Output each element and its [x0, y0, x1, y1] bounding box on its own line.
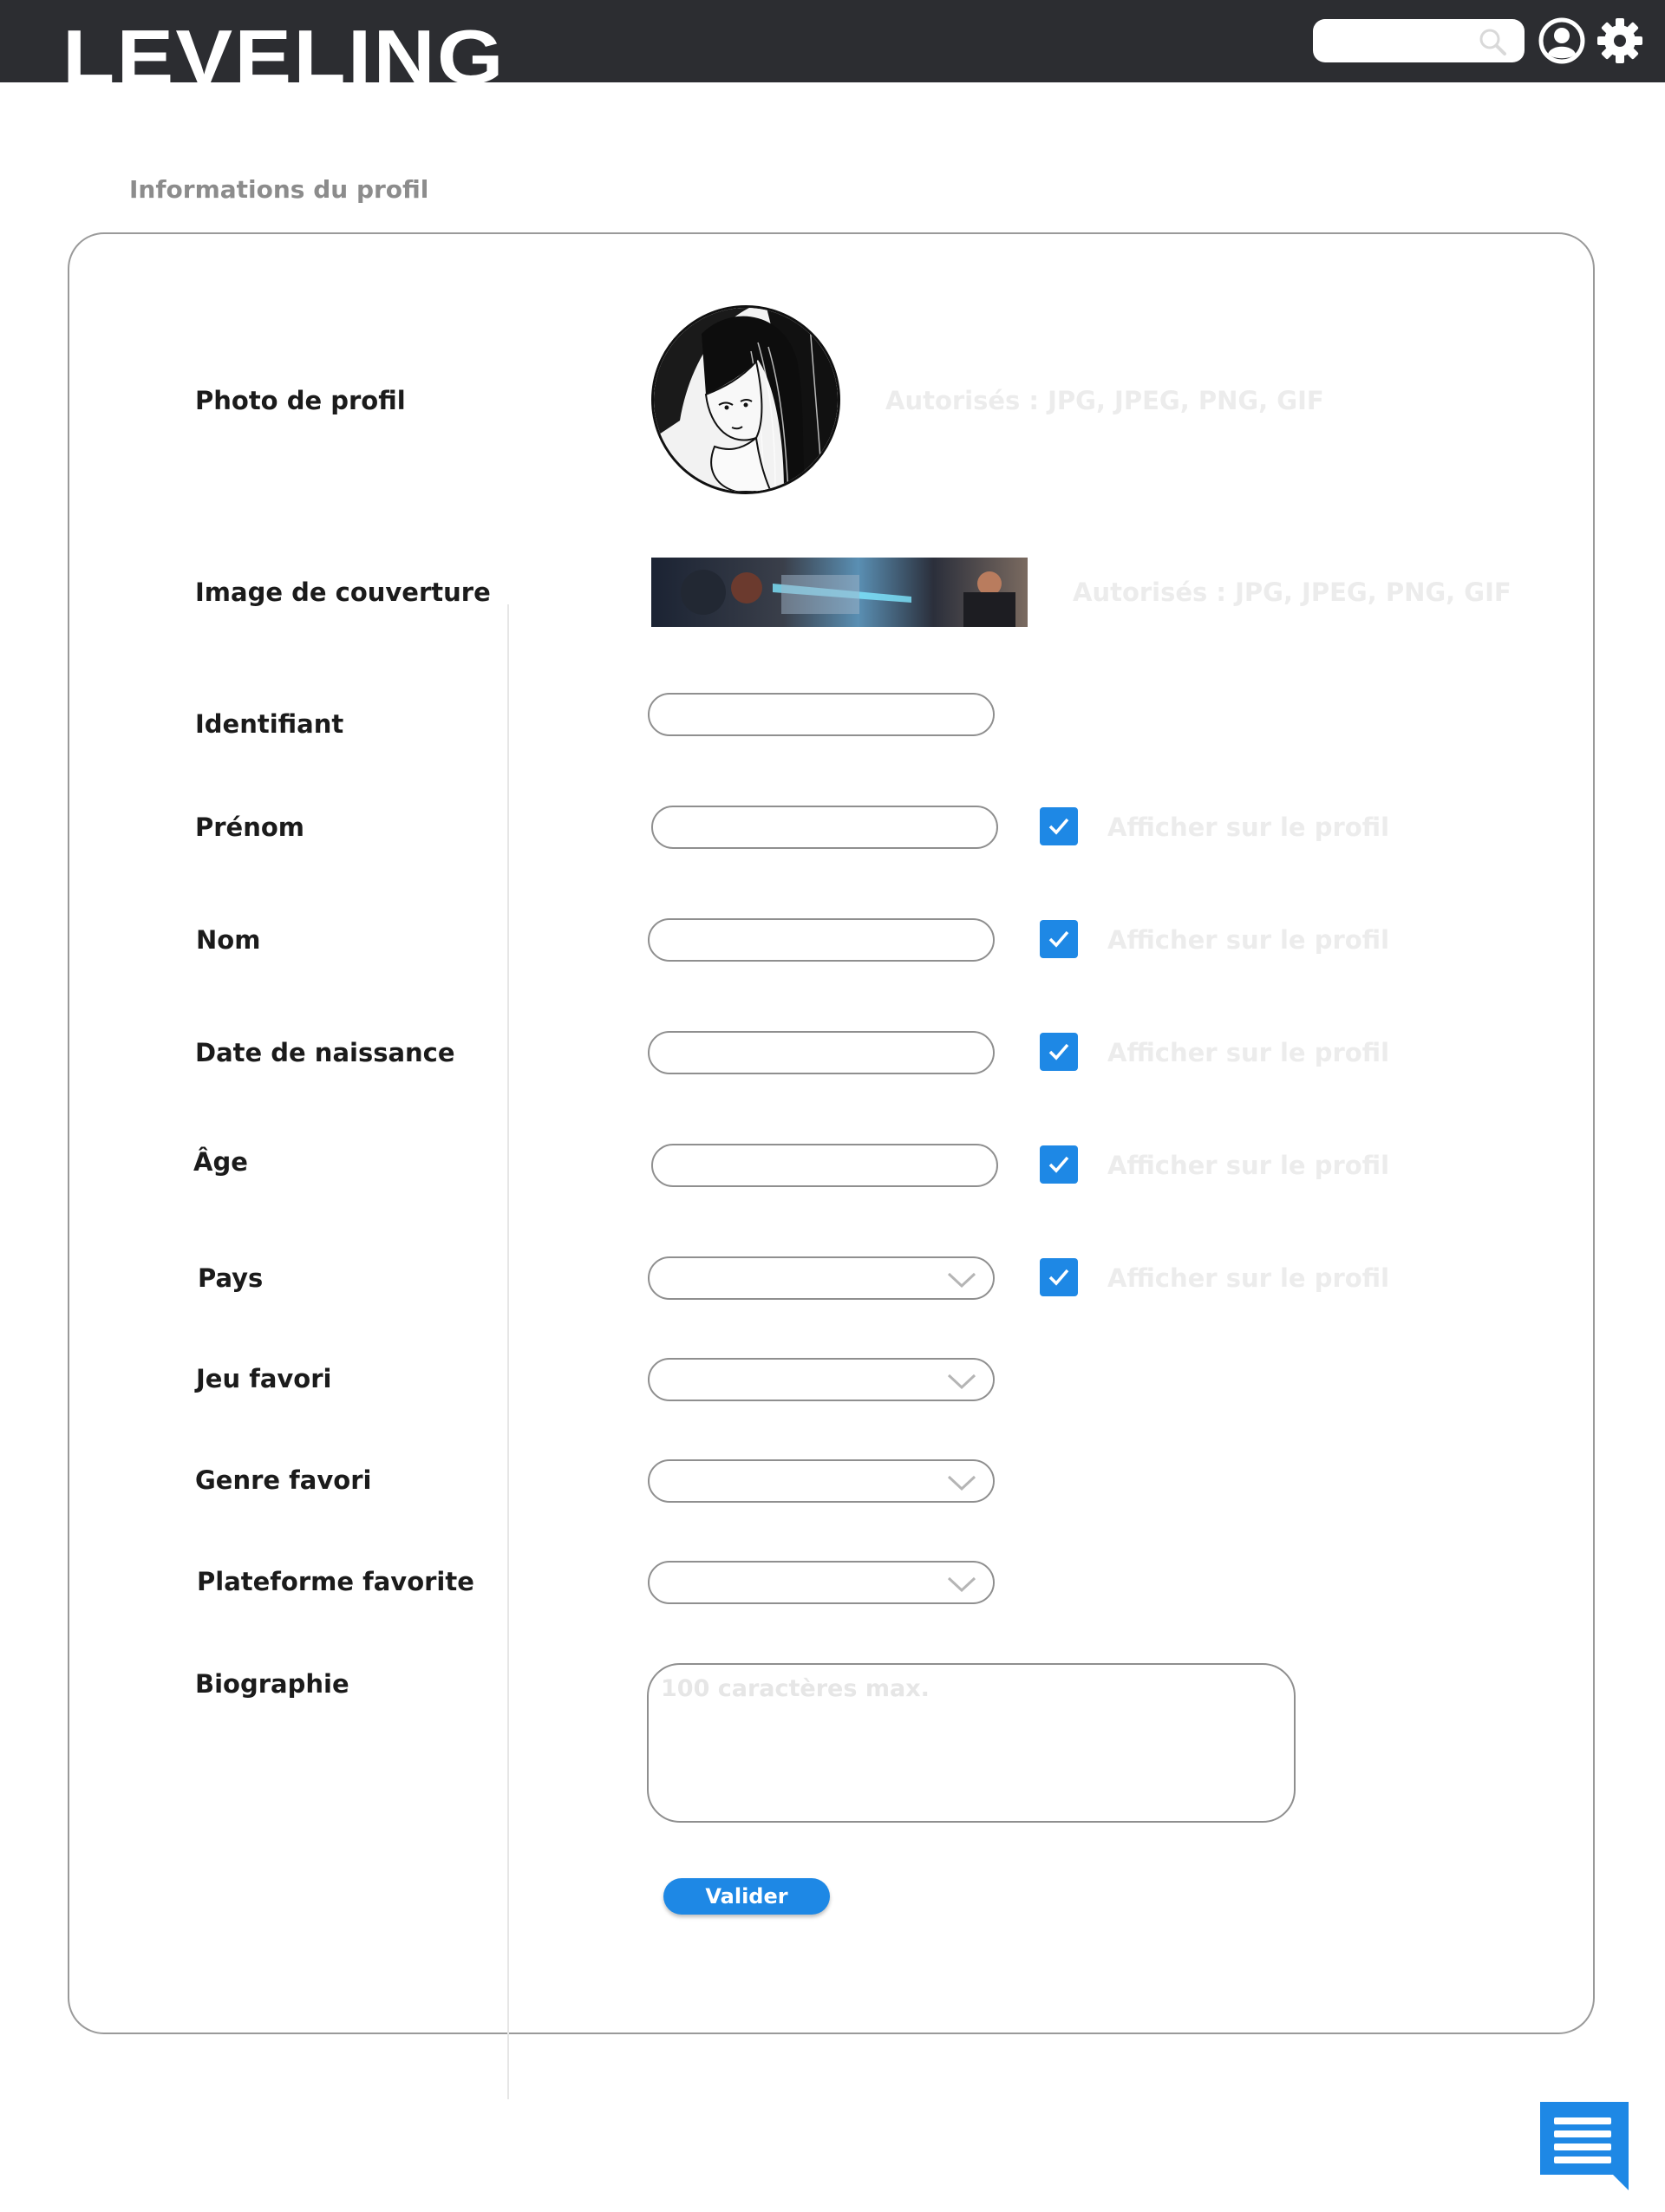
age-show-checkbox[interactable]: [1040, 1145, 1078, 1184]
cover-image: [651, 558, 1028, 627]
search-box[interactable]: [1313, 19, 1525, 62]
profile-photo-label: Photo de profil: [195, 386, 406, 415]
chevron-down-icon: [947, 1272, 976, 1289]
checkmark-icon: [1048, 1156, 1069, 1173]
chevron-down-icon: [947, 1576, 976, 1593]
age-input[interactable]: [651, 1144, 998, 1187]
birth-date-label: Date de naissance: [195, 1038, 455, 1067]
username-input[interactable]: [648, 693, 995, 736]
checkmark-icon: [1048, 1043, 1069, 1060]
favorite-genre-select[interactable]: [648, 1459, 995, 1503]
section-title: Informations du profil: [129, 175, 429, 204]
chat-icon[interactable]: [1537, 2098, 1632, 2194]
checkmark-icon: [1048, 818, 1069, 835]
last-name-show-label: Afficher sur le profil: [1107, 925, 1390, 955]
username-label: Identifiant: [195, 709, 344, 739]
profile-photo-hint: Autorisés : JPG, JPEG, PNG, GIF: [885, 386, 1324, 415]
profile-photo-image: [654, 308, 838, 492]
user-icon[interactable]: [1538, 17, 1585, 64]
biography-label: Biographie: [195, 1669, 349, 1699]
cover-image-preview[interactable]: [651, 558, 1028, 627]
first-name-show-label: Afficher sur le profil: [1107, 812, 1390, 842]
favorite-platform-select[interactable]: [648, 1561, 995, 1604]
birth-date-show-checkbox[interactable]: [1040, 1033, 1078, 1071]
biography-textarea[interactable]: [647, 1663, 1296, 1823]
first-name-label: Prénom: [195, 812, 305, 842]
cover-image-hint: Autorisés : JPG, JPEG, PNG, GIF: [1073, 577, 1512, 607]
submit-button[interactable]: Valider: [663, 1878, 830, 1915]
birth-date-show-label: Afficher sur le profil: [1107, 1038, 1390, 1067]
last-name-show-checkbox[interactable]: [1040, 920, 1078, 958]
country-show-checkbox[interactable]: [1040, 1258, 1078, 1296]
top-bar: LEVELING: [0, 0, 1665, 83]
checkmark-icon: [1048, 930, 1069, 948]
chevron-down-icon: [947, 1374, 976, 1390]
favorite-game-label: Jeu favori: [196, 1364, 332, 1393]
favorite-platform-label: Plateforme favorite: [197, 1567, 474, 1596]
country-show-label: Afficher sur le profil: [1107, 1263, 1390, 1293]
country-select[interactable]: [648, 1256, 995, 1300]
checkmark-icon: [1048, 1269, 1069, 1286]
first-name-input[interactable]: [651, 806, 998, 849]
last-name-label: Nom: [196, 925, 261, 955]
age-label: Âge: [193, 1147, 248, 1177]
birth-date-input[interactable]: [648, 1031, 995, 1074]
search-icon[interactable]: [1476, 25, 1511, 60]
country-label: Pays: [198, 1263, 264, 1293]
first-name-show-checkbox[interactable]: [1040, 807, 1078, 845]
search-input[interactable]: [1323, 26, 1483, 55]
form-divider: [507, 604, 509, 2099]
cover-image-label: Image de couverture: [195, 577, 491, 607]
favorite-genre-label: Genre favori: [195, 1465, 372, 1495]
profile-photo-avatar[interactable]: [651, 305, 840, 494]
age-show-label: Afficher sur le profil: [1107, 1151, 1390, 1180]
chevron-down-icon: [947, 1475, 976, 1491]
favorite-game-select[interactable]: [648, 1358, 995, 1401]
site-logo[interactable]: LEVELING: [62, 14, 506, 83]
last-name-input[interactable]: [648, 918, 995, 962]
gear-icon[interactable]: [1596, 16, 1644, 65]
